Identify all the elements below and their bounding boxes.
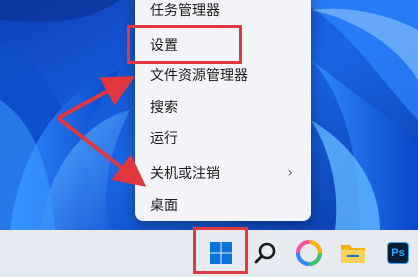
- chevron-right-icon: ›: [287, 165, 293, 181]
- photoshop-icon: Ps: [387, 242, 409, 264]
- menu-item-shutdown-signout[interactable]: 关机或注销 ›: [135, 157, 311, 189]
- taskbar-file-explorer-button[interactable]: [338, 238, 368, 268]
- file-explorer-icon: [341, 245, 365, 263]
- menu-item-label: 搜索: [150, 100, 178, 116]
- start-button-highlight-box: [193, 227, 248, 274]
- taskbar-search-button[interactable]: [251, 238, 281, 268]
- settings-highlight-box: [127, 25, 242, 64]
- search-icon: [254, 242, 276, 264]
- taskbar-photoshop-button[interactable]: Ps: [383, 238, 413, 268]
- menu-item-label: 关机或注销: [150, 166, 220, 182]
- menu-item-label: 任务管理器: [150, 3, 220, 19]
- menu-item-label: 桌面: [150, 198, 178, 214]
- photos-icon: [296, 240, 322, 266]
- taskbar-photos-button[interactable]: [294, 238, 324, 268]
- menu-item-desktop[interactable]: 桌面: [135, 189, 311, 221]
- menu-item-label: 文件资源管理器: [150, 68, 248, 84]
- menu-item-search[interactable]: 搜索: [135, 91, 311, 123]
- menu-item-label: 运行: [150, 131, 178, 147]
- menu-item-run[interactable]: 运行: [135, 122, 311, 154]
- menu-item-task-manager[interactable]: 任务管理器: [135, 0, 311, 26]
